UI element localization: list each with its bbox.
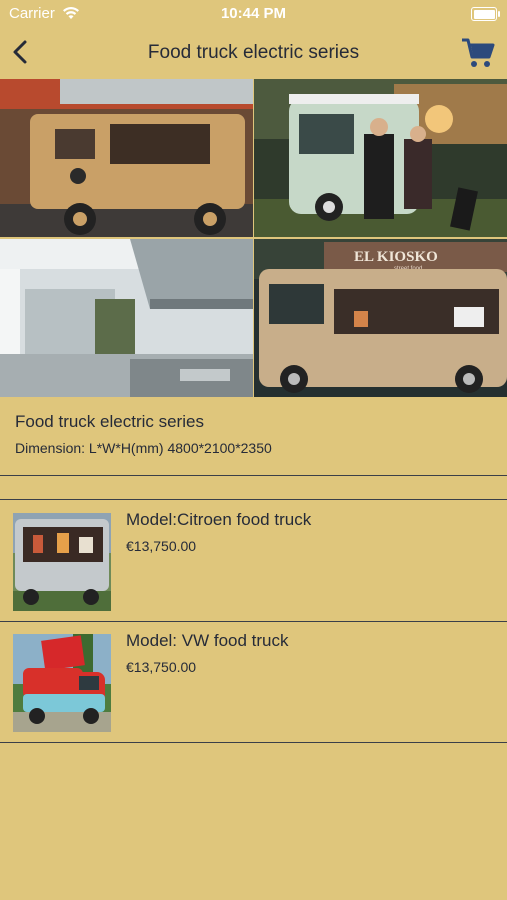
hero-image-el-kiosko-truck: EL KIOSKO street food [254,239,507,397]
series-title: Food truck electric series [15,412,204,431]
product-price: €13,750.00 [126,659,197,675]
product-name: Model:Citroen food truck [126,510,312,529]
product-name: Model: VW food truck [126,631,289,650]
battery-icon [471,7,500,21]
status-bar: Carrier 10:44 PM [0,0,507,28]
product-item-vw[interactable]: Model: VW food truck €13,750.00 [0,622,507,743]
hero-image-green-truck [254,79,507,237]
section-divider [0,499,507,500]
product-price: €13,750.00 [126,538,197,554]
series-dimension: Dimension: L*W*H(mm) 4800*2100*2350 [15,440,272,456]
cart-icon[interactable] [461,37,495,69]
product-thumbnail-vw [13,634,111,732]
page-title: Food truck electric series [147,42,360,63]
el-kiosko-sign: EL KIOSKO [354,249,438,265]
product-item-citroen[interactable]: Model:Citroen food truck €13,750.00 [0,501,507,622]
clock: 10:44 PM [220,5,287,22]
navigation-bar: Food truck electric series [0,28,507,78]
hero-image-tan-truck [0,79,253,237]
product-series-info: Food truck electric series Dimension: L*… [0,397,507,476]
product-thumbnail-citroen [13,513,111,611]
hero-image-kitchen-interior [0,239,253,397]
hero-image-collage: EL KIOSKO street food [0,79,507,397]
